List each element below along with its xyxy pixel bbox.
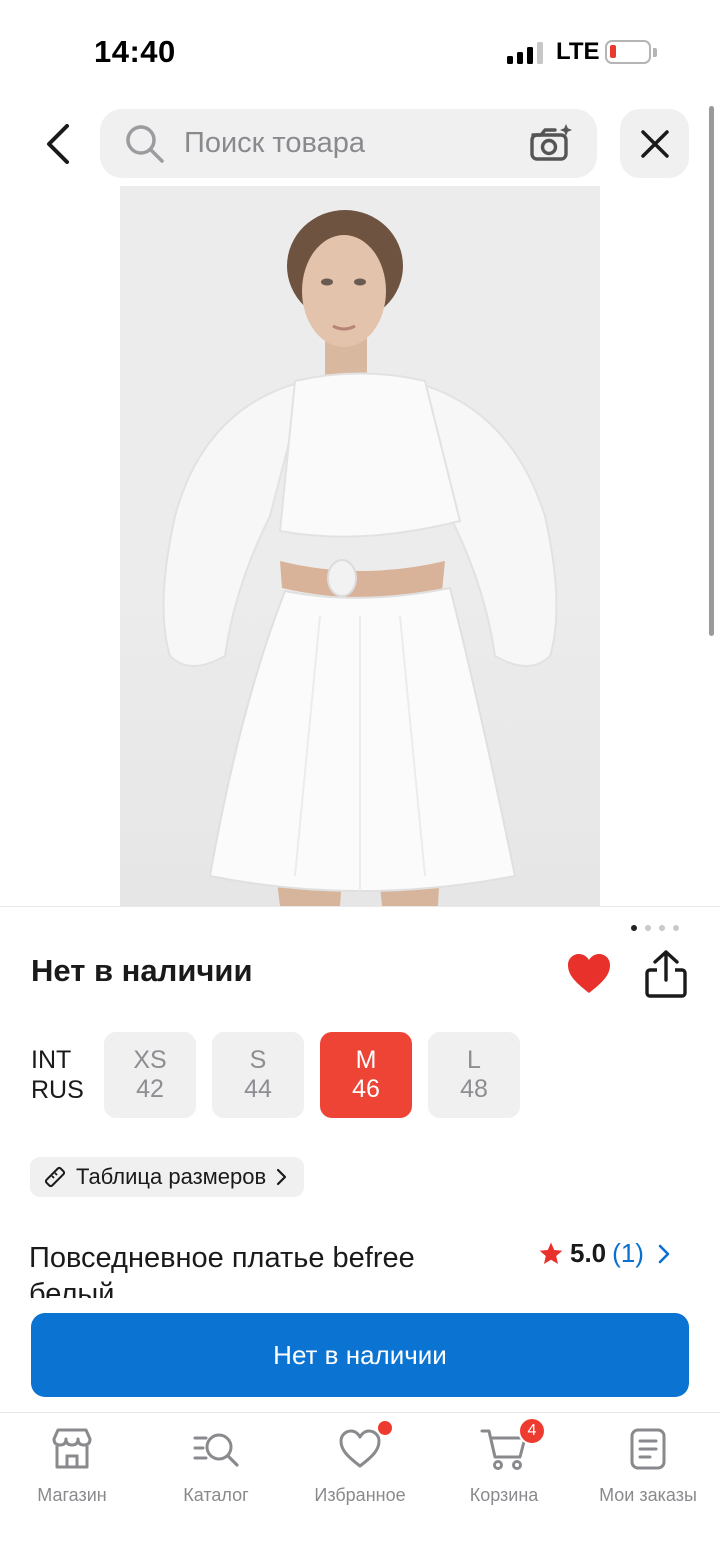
tab-orders[interactable]: Мои заказы bbox=[576, 1425, 720, 1506]
favorite-button[interactable] bbox=[565, 950, 613, 998]
pager-dot bbox=[645, 925, 651, 931]
size-int: XS bbox=[133, 1046, 167, 1074]
heart-icon bbox=[336, 1421, 392, 1473]
pager-dot bbox=[673, 925, 679, 931]
size-rus: 46 bbox=[352, 1075, 380, 1103]
catalog-search-icon bbox=[192, 1425, 240, 1473]
pager-dot-active bbox=[631, 925, 637, 931]
tab-store[interactable]: Магазин bbox=[0, 1425, 144, 1506]
size-rus: 42 bbox=[136, 1075, 164, 1103]
battery-tip bbox=[653, 48, 657, 57]
chevron-right-icon bbox=[658, 1244, 670, 1263]
tab-label: Каталог bbox=[183, 1485, 249, 1505]
close-button[interactable] bbox=[620, 109, 689, 178]
heart-filled-icon bbox=[568, 954, 610, 993]
cart-count-badge: 4 bbox=[518, 1417, 546, 1445]
tab-bar: Магазин Каталог Избранное 4 Корзина Мои … bbox=[0, 1412, 720, 1564]
divider bbox=[0, 906, 720, 907]
back-button[interactable] bbox=[30, 112, 86, 176]
size-option-s[interactable]: S 44 bbox=[212, 1032, 304, 1118]
size-selector: XS 42 S 44 M 46 L 48 bbox=[104, 1032, 520, 1118]
battery-icon bbox=[605, 40, 651, 64]
ruler-icon bbox=[44, 1166, 66, 1188]
dress-illustration bbox=[162, 210, 558, 906]
network-type: LTE bbox=[556, 38, 600, 65]
rating-link[interactable]: 5.0 (1) bbox=[538, 1238, 672, 1269]
size-int: M bbox=[355, 1046, 377, 1074]
search-icon bbox=[126, 125, 164, 163]
search-input[interactable] bbox=[184, 121, 514, 165]
size-table-button[interactable]: Таблица размеров bbox=[30, 1157, 305, 1197]
tab-label: Избранное bbox=[314, 1485, 406, 1505]
favorites-dot-badge bbox=[378, 1421, 392, 1435]
size-rus: 44 bbox=[244, 1075, 272, 1103]
orders-icon bbox=[624, 1425, 672, 1473]
size-option-l[interactable]: L 48 bbox=[428, 1032, 520, 1118]
size-system-int: INT bbox=[31, 1046, 72, 1074]
out-of-stock-button[interactable]: Нет в наличии bbox=[31, 1313, 689, 1397]
store-icon bbox=[48, 1425, 96, 1473]
availability-title: Нет в наличии bbox=[31, 953, 253, 988]
star-icon bbox=[539, 1242, 563, 1264]
share-icon bbox=[645, 950, 687, 998]
size-option-xs[interactable]: XS 42 bbox=[104, 1032, 196, 1118]
chevron-left-icon bbox=[47, 124, 69, 164]
tab-cart[interactable]: 4 Корзина bbox=[432, 1417, 576, 1506]
rating-count: (1) bbox=[612, 1238, 644, 1268]
tab-favorites[interactable]: Избранное bbox=[288, 1421, 432, 1506]
size-system-labels: INT RUS bbox=[31, 1045, 84, 1105]
scrollbar[interactable] bbox=[709, 106, 714, 636]
size-option-m[interactable]: M 46 bbox=[320, 1032, 412, 1118]
tab-label: Магазин bbox=[37, 1485, 107, 1505]
size-rus: 48 bbox=[460, 1075, 488, 1103]
photo-pager[interactable] bbox=[631, 925, 679, 931]
tab-label: Корзина bbox=[469, 1485, 539, 1505]
signal-icon bbox=[507, 40, 543, 64]
chevron-right-icon bbox=[277, 1168, 287, 1186]
rating-score: 5.0 bbox=[570, 1238, 607, 1268]
close-icon bbox=[640, 129, 669, 158]
product-photo[interactable] bbox=[120, 186, 600, 906]
size-int: S bbox=[249, 1046, 267, 1074]
share-button[interactable] bbox=[641, 948, 691, 1000]
tab-label: Мои заказы bbox=[599, 1485, 697, 1505]
pager-dot bbox=[659, 925, 665, 931]
size-system-rus: RUS bbox=[31, 1076, 84, 1104]
tab-catalog[interactable]: Каталог bbox=[144, 1425, 288, 1506]
status-bar: 14:40 LTE bbox=[0, 0, 720, 100]
status-time: 14:40 bbox=[94, 34, 176, 69]
product-name: Повседневное платье befree белый bbox=[29, 1242, 415, 1298]
search-bar[interactable] bbox=[100, 109, 597, 178]
camera-search-icon[interactable] bbox=[528, 123, 574, 163]
cart-icon: 4 bbox=[480, 1417, 546, 1473]
size-table-label: Таблица размеров bbox=[76, 1164, 267, 1189]
size-int: L bbox=[467, 1046, 481, 1074]
